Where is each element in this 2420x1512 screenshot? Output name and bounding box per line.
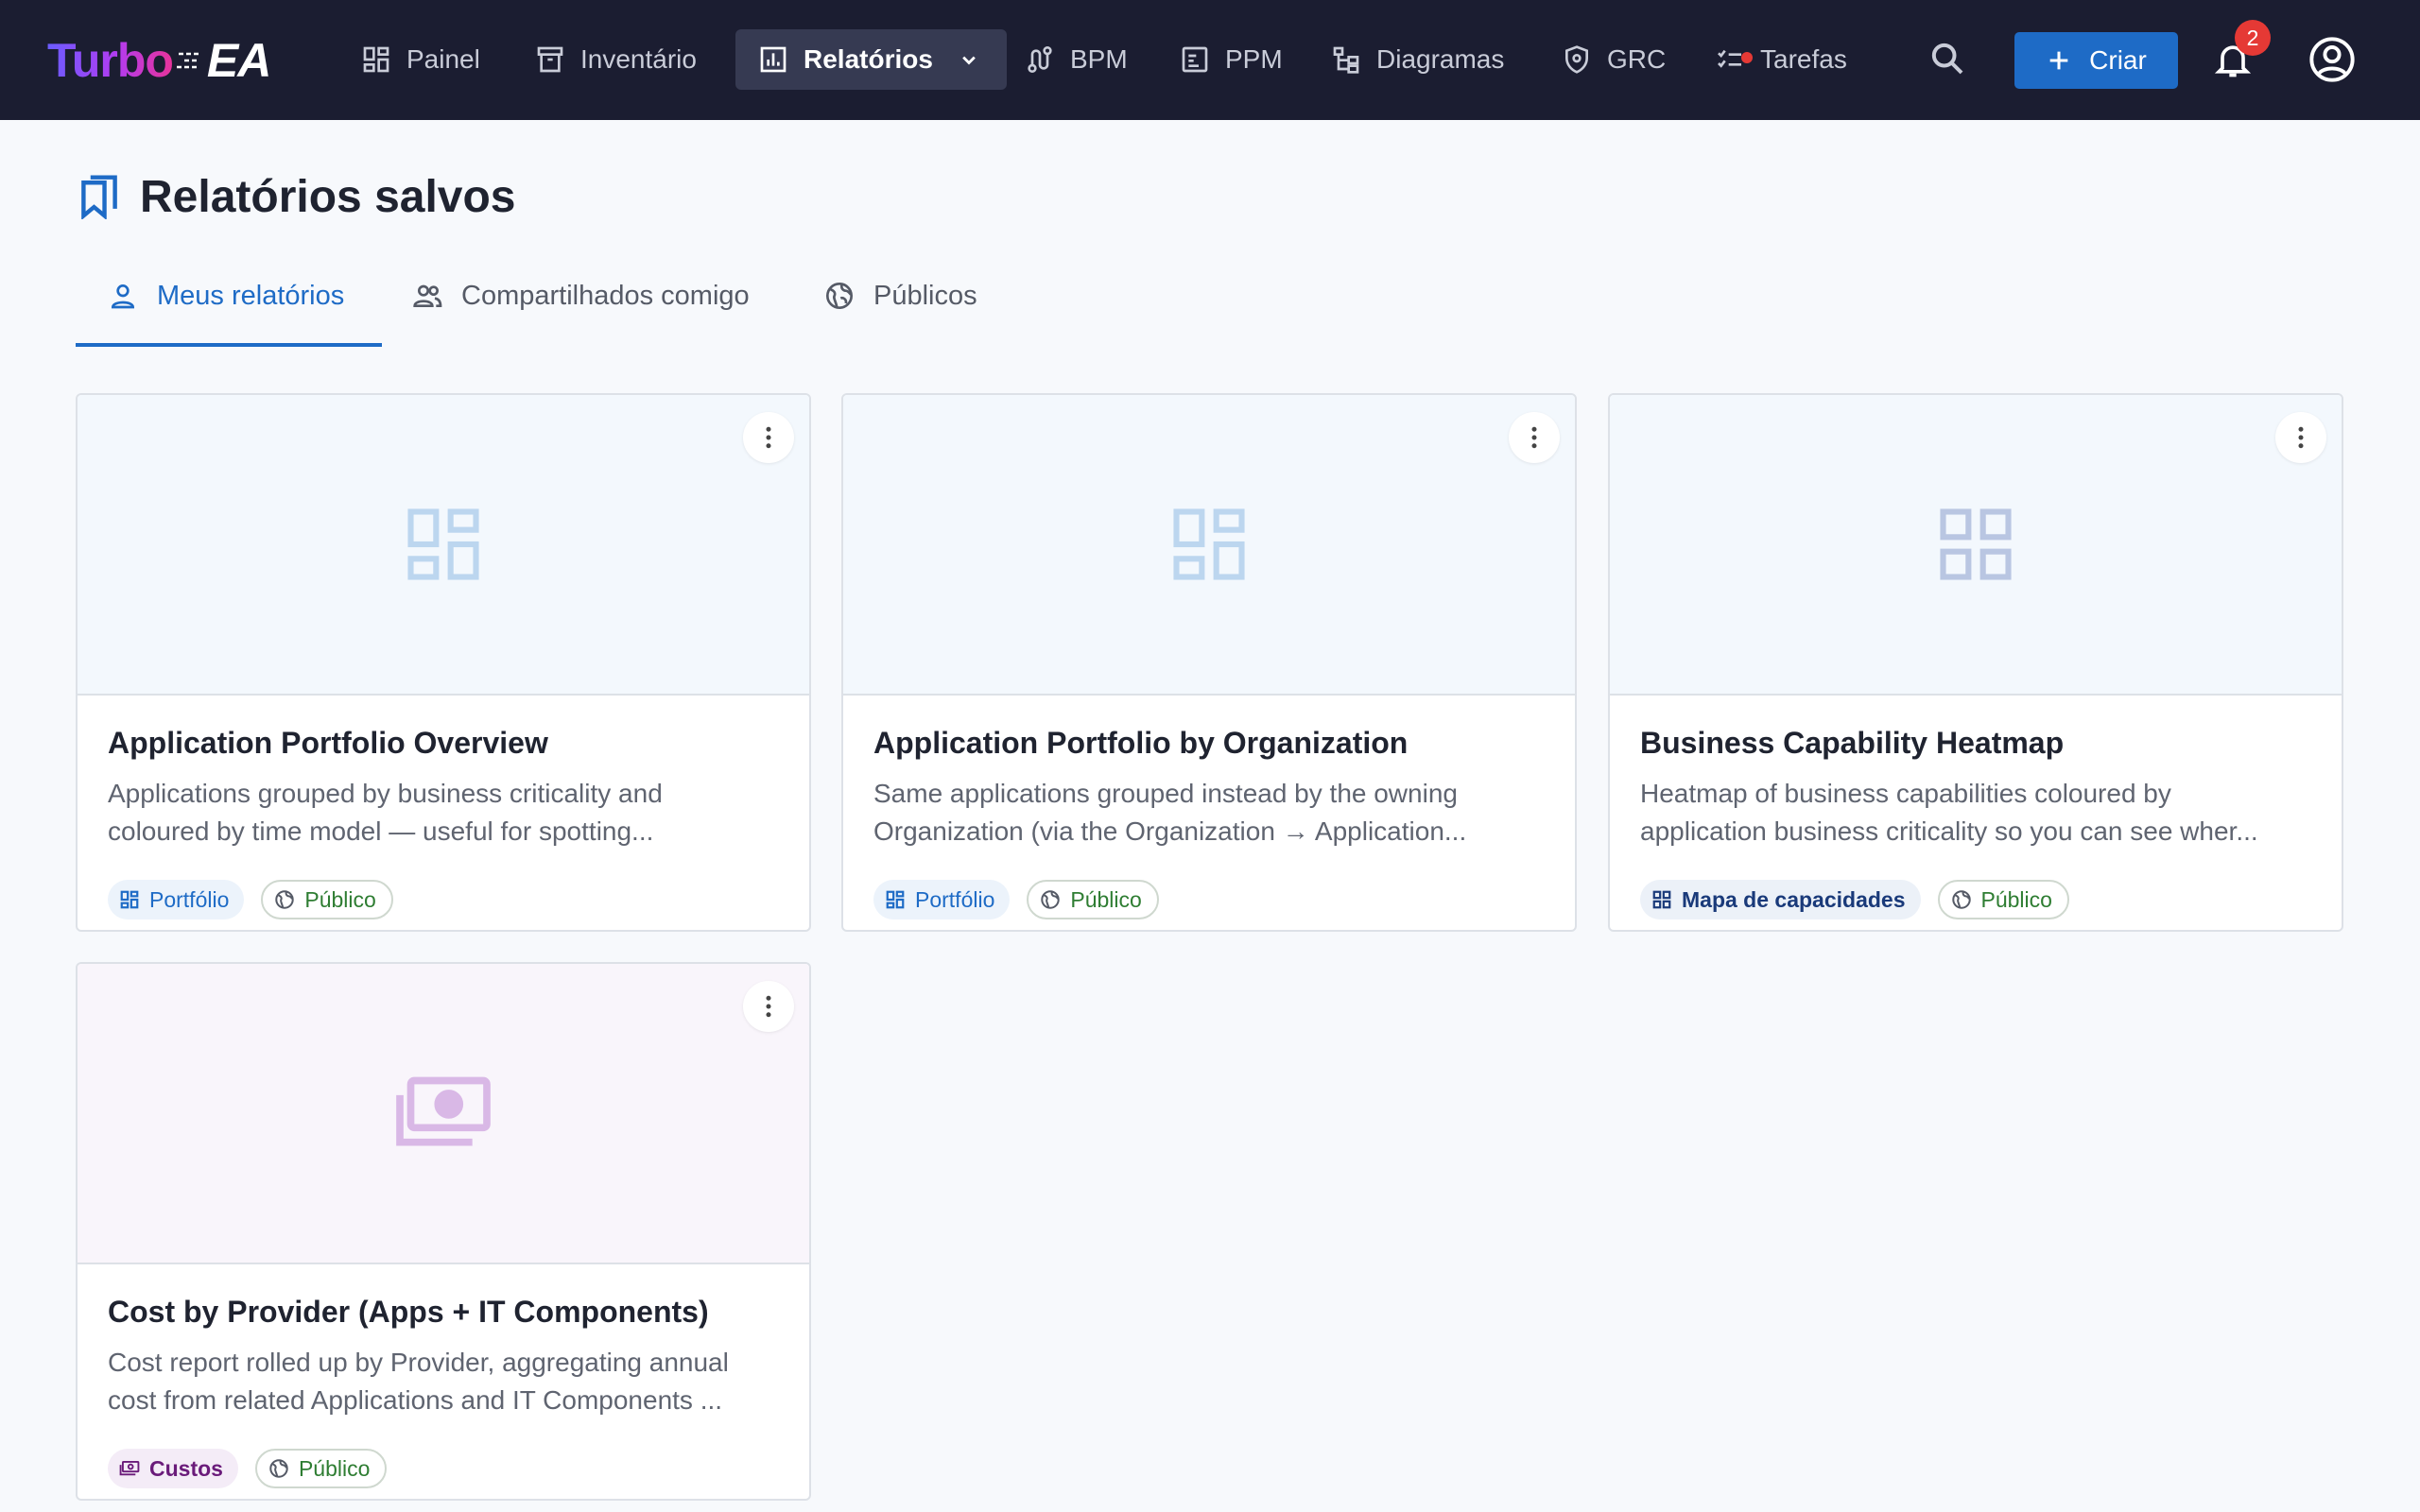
more-options-button[interactable] (2275, 412, 2326, 463)
nav-item-bpm[interactable]: BPM (1013, 29, 1149, 90)
dashboard-icon (407, 508, 479, 580)
nav-item-inventario[interactable]: Inventário (524, 29, 717, 90)
tab-label: Meus relatórios (157, 280, 345, 311)
nav-label: Inventário (580, 44, 697, 74)
visibility-chip: Público (1027, 880, 1159, 919)
nav-label: Diagramas (1376, 44, 1505, 74)
archive-icon (537, 46, 563, 73)
shield-icon (1565, 45, 1588, 74)
report-card[interactable]: Cost by Provider (Apps + IT Components) … (76, 962, 811, 1501)
globe-icon (1041, 890, 1061, 909)
visibility-chip: Público (1937, 880, 2069, 919)
tab-public[interactable]: Públicos (824, 269, 977, 322)
nav-item-relatorios[interactable]: Relatórios (735, 29, 1007, 90)
grid-icon (1652, 890, 1671, 909)
globe-icon (1951, 890, 1971, 909)
report-type-chip: Custos (108, 1449, 238, 1488)
report-thumbnail (78, 964, 809, 1264)
page-title: Relatórios salvos (79, 168, 516, 225)
report-title: Business Capability Heatmap (1640, 726, 2065, 760)
globe-icon (275, 890, 295, 909)
dashboard-icon (363, 46, 389, 73)
globe-icon (269, 1459, 288, 1478)
dashboard-icon (1940, 508, 2012, 580)
top-nav-bar: Turbo EA Painel Inventário Relatórios BP… (0, 0, 2420, 120)
report-thumbnail (843, 395, 1575, 696)
more-options-button[interactable] (743, 412, 794, 463)
account-icon[interactable] (2308, 35, 2357, 84)
report-thumbnail (1610, 395, 2342, 696)
nav-label: BPM (1070, 44, 1128, 74)
tab-label: Públicos (873, 280, 977, 311)
dashboard-icon (120, 890, 139, 909)
create-button-label: Criar (2089, 45, 2147, 75)
dashboard-icon (886, 890, 905, 909)
active-tab-indicator (76, 343, 382, 347)
report-description: Applications grouped by business critica… (108, 779, 663, 846)
bar-chart-icon (760, 46, 786, 73)
report-type-chip: Portfólio (108, 880, 245, 919)
tab-shared-with-me[interactable]: Compartilhados comigo (412, 269, 750, 322)
more-vert-icon (766, 995, 771, 1018)
more-vert-icon (1531, 426, 1537, 449)
logo-turbo-text: Turbo (47, 34, 174, 87)
notification-badge: 2 (2235, 20, 2271, 56)
tab-my-reports[interactable]: Meus relatórios (108, 269, 344, 322)
speed-lines-icon (176, 52, 201, 69)
report-card[interactable]: Business Capability Heatmap Heatmap of b… (1608, 393, 2343, 932)
nav-item-grc[interactable]: GRC (1550, 29, 1686, 90)
people-icon (413, 284, 442, 307)
dashboard-icon (1173, 508, 1245, 580)
app-logo[interactable]: Turbo EA (47, 32, 271, 89)
nav-label: Tarefas (1760, 44, 1847, 74)
more-options-button[interactable] (743, 981, 794, 1032)
globe-icon (826, 283, 853, 309)
logo-ea-text: EA (206, 34, 271, 87)
project-icon (1182, 46, 1208, 73)
visibility-chip: Público (254, 1449, 388, 1488)
person-icon (111, 284, 135, 309)
tree-icon (1333, 46, 1359, 74)
route-icon (1028, 46, 1052, 73)
report-type-chip: Mapa de capacidades (1640, 880, 1921, 919)
more-vert-icon (766, 426, 771, 449)
report-title: Application Portfolio by Organization (873, 726, 1409, 760)
report-description: Cost report rolled up by Provider, aggre… (108, 1348, 729, 1415)
report-description: Same applications grouped instead by the… (873, 779, 1467, 846)
search-icon[interactable] (1928, 40, 1966, 77)
nav-label: Painel (406, 44, 480, 74)
report-title: Cost by Provider (Apps + IT Components) (108, 1295, 709, 1329)
report-title: Application Portfolio Overview (108, 726, 548, 760)
visibility-chip: Público (261, 880, 393, 919)
page-heading: Relatórios salvos (140, 171, 516, 222)
report-thumbnail (78, 395, 809, 696)
plus-icon (2049, 51, 2068, 70)
more-vert-icon (2298, 426, 2304, 449)
task-indicator-dot (1741, 52, 1753, 63)
report-card[interactable]: Application Portfolio Overview Applicati… (76, 393, 811, 932)
report-card[interactable]: Application Portfolio by Organization Sa… (841, 393, 1577, 932)
chevron-down-icon (962, 56, 976, 65)
nav-label: GRC (1607, 44, 1667, 74)
tab-label: Compartilhados comigo (461, 280, 750, 311)
bookmarks-icon (81, 175, 117, 219)
nav-item-painel[interactable]: Painel (350, 29, 501, 90)
nav-item-ppm[interactable]: PPM (1168, 29, 1304, 90)
checklist-icon (1718, 49, 1741, 68)
money-icon (396, 1076, 491, 1146)
nav-label: PPM (1225, 44, 1283, 74)
create-button[interactable]: Criar (2014, 32, 2178, 89)
nav-label: Relatórios (804, 44, 933, 74)
nav-item-diagramas[interactable]: Diagramas (1320, 29, 1525, 90)
nav-item-tarefas[interactable]: Tarefas (1703, 29, 1868, 90)
more-options-button[interactable] (1509, 412, 1560, 463)
report-type-chip: Portfólio (873, 880, 1011, 919)
money-icon (119, 1460, 140, 1476)
report-description: Heatmap of business capabilities coloure… (1640, 779, 2258, 846)
